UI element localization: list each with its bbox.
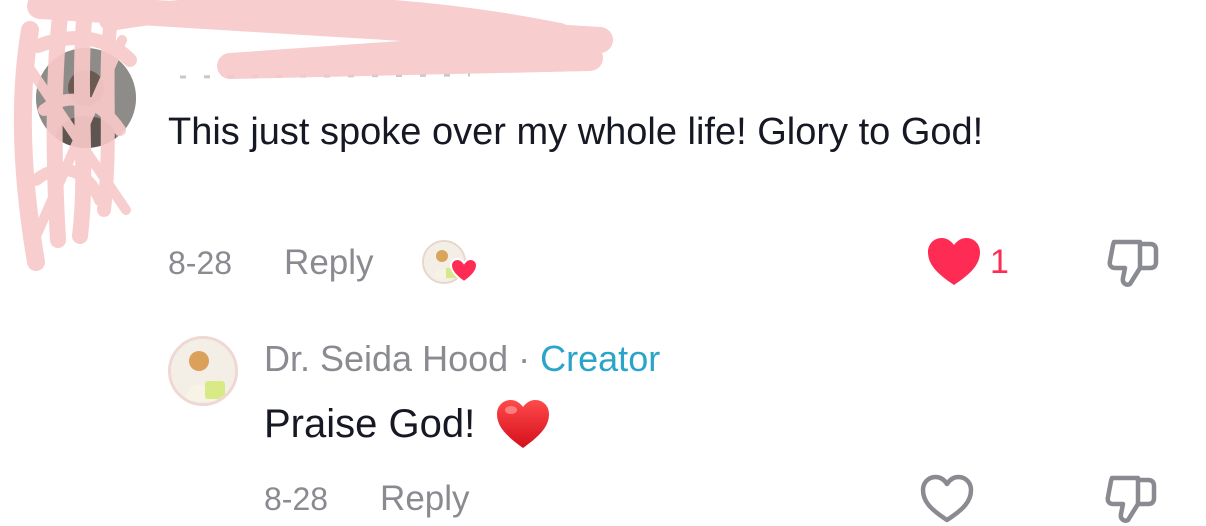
reply-date: 8-28	[264, 480, 329, 517]
reply-button[interactable]: Reply	[284, 243, 373, 283]
reply-button-2[interactable]: Reply	[380, 479, 469, 519]
heart-outline-icon[interactable]	[920, 474, 974, 524]
creator-badge: Creator	[540, 338, 661, 379]
red-heart-emoji-icon	[497, 400, 550, 448]
reply-author[interactable]: Dr. Seida Hood	[264, 338, 508, 379]
separator-dot: ·	[518, 338, 531, 379]
reply-text: Praise God!	[264, 398, 551, 450]
liked-by-creator	[421, 238, 478, 288]
comment-thread: This just spoke over my whole life! Glor…	[0, 0, 1206, 526]
comment-date: 8-28	[168, 244, 233, 281]
creator-avatar-photo	[171, 339, 235, 403]
like-count: 1	[990, 243, 1009, 281]
reply-header: Dr. Seida Hood · Creator	[264, 338, 660, 380]
reply-text-content: Praise God!	[264, 401, 476, 446]
heart-filled-icon[interactable]	[926, 236, 982, 288]
thumbs-down-icon-2[interactable]	[1104, 470, 1158, 526]
creator-liked-heart-icon	[449, 258, 478, 284]
thumbs-down-icon[interactable]	[1106, 234, 1160, 290]
comment-text: This just spoke over my whole life! Glor…	[168, 111, 984, 153]
comment-meta-row: 8-28 Reply	[168, 238, 478, 288]
creator-avatar[interactable]	[168, 336, 238, 406]
reply-meta-row: 8-28 Reply	[264, 476, 470, 522]
